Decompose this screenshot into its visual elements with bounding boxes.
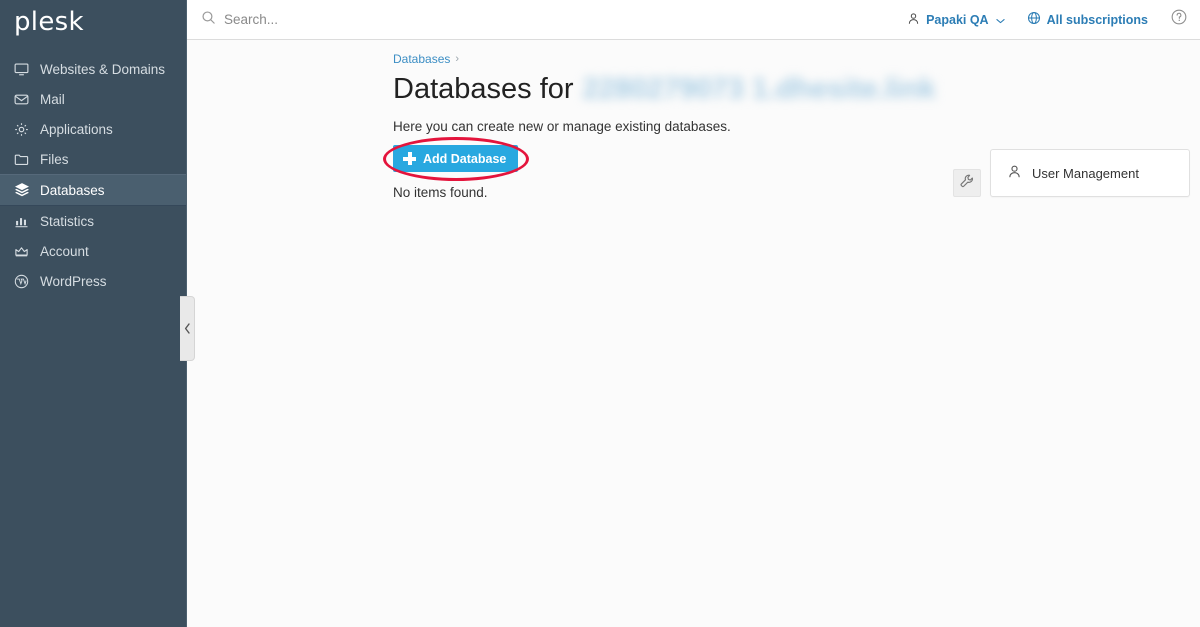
user-menu-label: Papaki QA	[926, 12, 989, 27]
page-title: Databases for 2280279073 1.dhesite.link	[393, 73, 1200, 106]
sidebar-item-label: Account	[40, 243, 89, 259]
user-management-card: User Management	[990, 149, 1190, 197]
user-icon	[907, 12, 920, 28]
search-placeholder: Search...	[224, 12, 279, 27]
sidebar-item-label: Mail	[40, 91, 65, 107]
sidebar-item-websites-domains[interactable]: Websites & Domains	[0, 54, 186, 84]
sidebar: plesk Websites & Domains Mail Applicatio…	[0, 0, 195, 627]
search-icon	[201, 10, 216, 30]
user-menu-button[interactable]: Papaki QA	[907, 12, 1005, 28]
sidebar-item-label: Databases	[40, 182, 105, 198]
breadcrumb-separator-icon: ›	[455, 53, 460, 65]
breadcrumb-item-databases[interactable]: Databases	[393, 52, 450, 66]
bar-chart-icon	[14, 213, 36, 229]
sidebar-nav: Websites & Domains Mail Applications Fil…	[0, 54, 186, 296]
tools-button[interactable]	[953, 169, 981, 197]
page-description: Here you can create new or manage existi…	[393, 119, 731, 135]
layers-icon	[14, 182, 36, 198]
chevron-left-icon	[184, 323, 191, 334]
sidebar-item-databases[interactable]: Databases	[0, 174, 186, 206]
sidebar-item-label: WordPress	[40, 273, 107, 289]
sidebar-item-label: Websites & Domains	[40, 61, 166, 77]
page-title-prefix: Databases for	[393, 73, 574, 105]
sidebar-item-mail[interactable]: Mail	[0, 84, 186, 114]
wordpress-icon	[14, 273, 36, 289]
sidebar-item-wordpress[interactable]: WordPress	[0, 266, 186, 296]
add-database-button-wrapper: Add Database	[383, 137, 529, 182]
sidebar-item-statistics[interactable]: Statistics	[0, 206, 186, 236]
chevron-down-icon	[995, 13, 1005, 27]
monitor-icon	[14, 61, 36, 77]
sidebar-item-label: Files	[40, 151, 69, 167]
right-panel: User Management	[953, 149, 1190, 197]
help-circle-icon	[1170, 8, 1188, 31]
folder-icon	[14, 151, 36, 167]
all-subscriptions-button[interactable]: All subscriptions	[1027, 11, 1148, 28]
add-database-label: Add Database	[423, 151, 507, 166]
top-bar-right: Papaki QA All subscriptions	[907, 8, 1188, 31]
gear-icon	[14, 121, 36, 137]
plesk-app-window: plesk Websites & Domains Mail Applicatio…	[0, 0, 1200, 627]
plus-icon	[403, 152, 416, 166]
plesk-logo[interactable]: plesk	[0, 0, 186, 44]
user-management-label: User Management	[1032, 165, 1139, 181]
search-input[interactable]: Search...	[201, 10, 278, 30]
sidebar-item-label: Applications	[40, 121, 113, 137]
envelope-icon	[14, 91, 36, 107]
page-content: Databases › Databases for 2280279073 1.d…	[187, 40, 1200, 627]
top-bar: Search... Papaki QA All subscriptions	[187, 0, 1200, 40]
all-subscriptions-label: All subscriptions	[1046, 12, 1148, 27]
sidebar-item-account[interactable]: Account	[0, 236, 186, 266]
help-button[interactable]	[1170, 8, 1188, 31]
sidebar-item-applications[interactable]: Applications	[0, 114, 186, 144]
page-title-domain: 2280279073 1.dhesite.link	[582, 73, 936, 105]
user-icon	[1007, 164, 1022, 182]
sidebar-item-label: Statistics	[40, 213, 95, 229]
sidebar-item-files[interactable]: Files	[0, 144, 186, 174]
wrench-icon	[959, 173, 975, 194]
user-management-link[interactable]: User Management	[1007, 164, 1173, 182]
logo-text: plesk	[14, 7, 84, 37]
add-database-button[interactable]: Add Database	[393, 145, 519, 173]
breadcrumb: Databases ›	[393, 52, 1200, 66]
globe-icon	[1027, 11, 1041, 28]
main-area: Search... Papaki QA All subscriptions Da…	[187, 0, 1200, 627]
sidebar-collapse-handle[interactable]	[180, 296, 195, 361]
crown-icon	[14, 243, 36, 259]
